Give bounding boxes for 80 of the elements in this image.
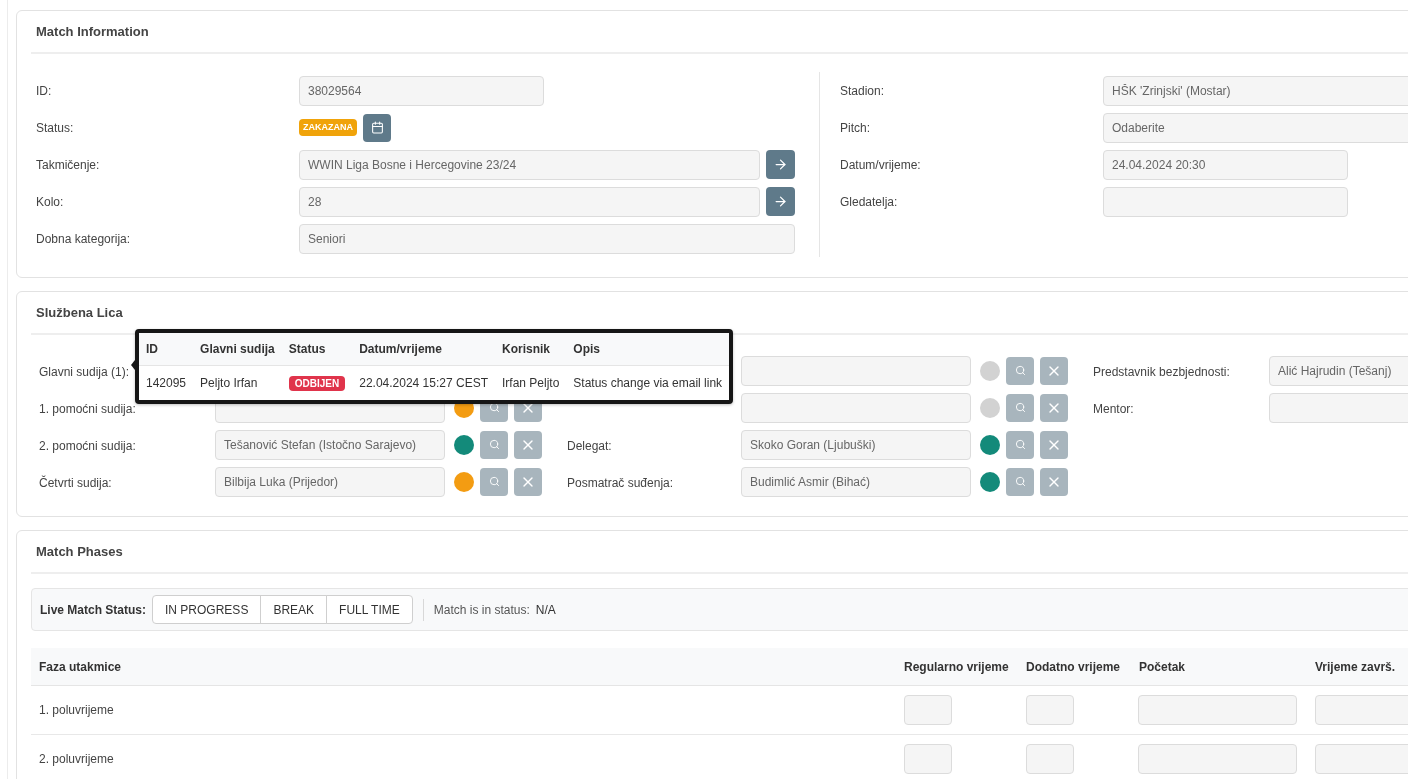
calendar-icon (370, 121, 384, 134)
input-field[interactable]: HŠK 'Zrinjski' (Mostar) (1103, 75, 1408, 106)
column-header: Datum/vrijeme (359, 341, 442, 356)
field-label: Pitch: (840, 119, 871, 137)
field-label: Delegat: (567, 438, 612, 453)
input-field[interactable]: Skoko Goran (Ljubuški) (741, 429, 971, 460)
input-field[interactable] (1026, 744, 1074, 774)
search-icon (1014, 476, 1026, 487)
table-cell: Status change via email link (573, 375, 723, 390)
column-header: Početak (1138, 658, 1187, 676)
card-title: Match Phases (35, 542, 123, 561)
table-cell: Irfan Peljto (501, 375, 560, 390)
input-field[interactable]: Tešanović Stefan (Istočno Sarajevo) (215, 429, 445, 460)
input-field[interactable] (1026, 695, 1074, 725)
column-header: ID (146, 341, 158, 356)
field-label: Predstavnik bezbjednosti: (1093, 364, 1230, 379)
search-icon (488, 476, 500, 487)
field-label: Gledatelja: (840, 193, 899, 211)
status-value: N/A (535, 601, 556, 619)
status-button[interactable]: FULL TIME (326, 595, 413, 624)
table-cell-text: 2. poluvrijeme (38, 751, 115, 768)
input-field[interactable]: 38029564 (299, 75, 544, 106)
field-label: 1. pomoćni sudija: (39, 401, 136, 416)
input-field[interactable]: 24.04.2024 20:30 (1103, 149, 1348, 180)
status-badge: ZAKAZANA (299, 118, 357, 137)
input-field[interactable] (741, 392, 971, 423)
column-header: Regularno vrijeme (903, 658, 1010, 676)
input-field[interactable]: Alić Hajrudin (Tešanj) (1269, 355, 1408, 386)
column-header: Vrijeme završ. (1314, 658, 1397, 676)
field-label: Četvrti sudija: (39, 475, 112, 490)
status-badge: ODBIJEN (288, 375, 346, 391)
status-button[interactable]: BREAK (260, 595, 328, 624)
go-button[interactable] (766, 149, 795, 179)
card-title: Match Information (35, 22, 149, 41)
input-field[interactable] (1138, 744, 1297, 774)
column-header: Glavni sudija (200, 341, 275, 356)
search-icon (1014, 402, 1026, 413)
input-field[interactable]: Budimlić Asmir (Bihać) (741, 466, 971, 497)
toolbar-label: Live Match Status: (40, 601, 147, 619)
input-field[interactable]: Odaberite (1103, 112, 1408, 143)
card-title: Službena Lica (35, 303, 123, 322)
arrow-right-icon (773, 193, 788, 209)
field-label: Datum/vrijeme: (840, 156, 922, 174)
search-icon (488, 439, 500, 450)
field-label: Takmičenje: (36, 156, 101, 174)
status-label: Match is in status: (433, 601, 530, 619)
arrow-right-icon (773, 156, 788, 172)
table-cell: 142095 (146, 375, 187, 390)
input-field[interactable] (741, 355, 971, 386)
column-header: Faza utakmice (38, 658, 123, 676)
field-label: Kolo: (36, 193, 65, 211)
input-field[interactable] (1138, 695, 1297, 725)
table-cell: Peljto Irfan (200, 375, 258, 390)
field-label: Dobna kategorija: (36, 230, 132, 248)
table-cell: 22.04.2024 15:27 CEST (359, 375, 488, 390)
table-cell-text: 1. poluvrijeme (38, 702, 115, 719)
field-label: Mentor: (1093, 401, 1134, 416)
field-label: Posmatrač suđenja: (567, 475, 674, 490)
calendar-button[interactable] (363, 113, 391, 142)
field-label: Glavni sudija (1): (39, 364, 130, 379)
status-button[interactable]: IN PROGRESS (152, 595, 262, 624)
input-field[interactable] (904, 744, 952, 774)
column-header: Status (288, 341, 326, 356)
go-button[interactable] (766, 186, 795, 216)
column-header: Korisnik (501, 341, 550, 356)
input-field[interactable]: Seniori (299, 223, 795, 254)
input-field[interactable] (1269, 392, 1408, 423)
field-label: Stadion: (840, 82, 886, 100)
field-label: Status: (36, 119, 75, 137)
field-label: 2. pomoćni sudija: (39, 438, 136, 453)
search-icon (1014, 439, 1026, 450)
input-field[interactable] (904, 695, 952, 725)
field-label: ID: (36, 82, 53, 100)
input-field[interactable]: 28 (299, 186, 760, 217)
column-header: Opis (573, 341, 600, 356)
input-field[interactable]: WWIN Liga Bosne i Hercegovine 23/24 (299, 149, 760, 180)
column-header: Dodatno vrijeme (1025, 658, 1122, 676)
input-field[interactable] (1103, 186, 1348, 217)
search-icon (1014, 365, 1026, 376)
input-field[interactable]: Bilbija Luka (Prijedor) (215, 466, 445, 497)
